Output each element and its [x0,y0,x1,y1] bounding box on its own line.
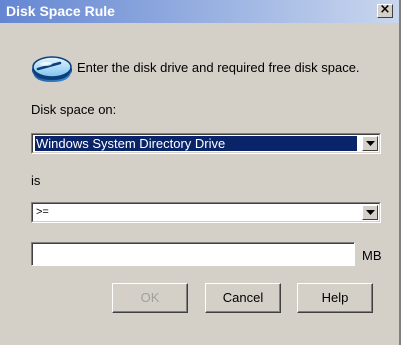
cancel-button[interactable]: Cancel [205,283,281,313]
drive-dropdown-button[interactable] [362,136,378,151]
operator-select-value: >= [36,206,49,218]
title-bar[interactable]: Disk Space Rule × [0,0,399,23]
disk-space-amount-input[interactable] [35,246,345,262]
close-button[interactable]: × [377,2,393,18]
close-icon: × [379,2,391,17]
disk-space-rule-dialog: Disk Space Rule × Enter the disk drive a… [0,0,401,345]
disk-drive-icon [32,56,72,82]
operator-select[interactable]: >= [31,202,381,223]
disk-space-label: Disk space on: [31,102,117,117]
drive-select-value: Windows System Directory Drive [35,136,357,151]
disk-space-amount-field[interactable] [31,242,355,266]
instruction-text: Enter the disk drive and required free d… [77,60,360,75]
window-title: Disk Space Rule [6,3,115,19]
unit-label: MB [362,248,382,263]
operator-label: is [31,173,41,188]
chevron-down-icon [366,210,375,215]
chevron-down-icon [366,141,375,146]
operator-dropdown-button[interactable] [362,205,378,220]
drive-select[interactable]: Windows System Directory Drive [31,133,381,154]
ok-button[interactable]: OK [112,283,188,313]
help-button[interactable]: Help [297,283,373,313]
